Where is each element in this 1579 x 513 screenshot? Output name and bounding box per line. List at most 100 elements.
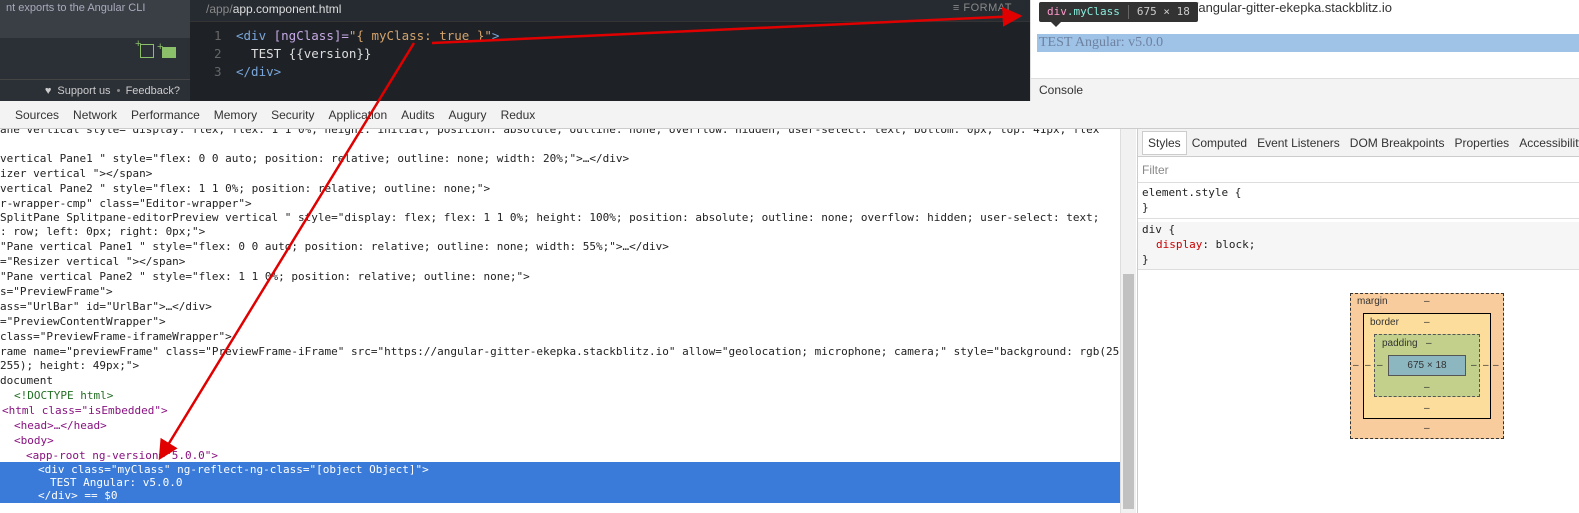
code-line-1: 1 <div [ngClass]="{ myClass: true }">	[214, 27, 499, 45]
tab-security[interactable]: Security	[264, 108, 321, 122]
dom-node-row[interactable]: <app-root ng-version="5.0.0">	[26, 448, 218, 463]
dom-node-row[interactable]: 255); height: 49px;">	[0, 358, 139, 373]
tab-audits[interactable]: Audits	[394, 108, 441, 122]
preview-url[interactable]: s://angular-gitter-ekepka.stackblitz.io	[1181, 0, 1392, 15]
dom-node-row[interactable]: class="PreviewFrame-iframeWrapper">	[0, 329, 232, 344]
dom-node-row[interactable]: izer vertical "></span>	[0, 166, 152, 181]
dom-node-row[interactable]: r-wrapper-cmp" class="Editor-wrapper">	[0, 196, 252, 211]
code-token-tag: <div	[236, 28, 267, 43]
elements-scrollbar[interactable]	[1120, 129, 1136, 513]
margin-right-value[interactable]: –	[1493, 360, 1499, 371]
tab-properties[interactable]: Properties	[1449, 136, 1514, 150]
dom-node-row[interactable]: ass="UrlBar" id="UrlBar">…</div>	[0, 299, 212, 314]
dom-node-row[interactable]: "Pane vertical Pane2 " style="flex: 1 1 …	[0, 269, 530, 284]
dom-node-row[interactable]: : row; left: 0px; right: 0px;">	[0, 224, 205, 239]
tab-styles[interactable]: Styles	[1142, 130, 1187, 155]
project-sidebar: nt exports to the Angular CLI ♥ Support …	[0, 0, 190, 101]
border-top-value[interactable]: –	[1424, 317, 1430, 328]
dom-node-row[interactable]: vertical Pane1 " style="flex: 0 0 auto; …	[0, 151, 629, 166]
code-token-close: >	[491, 28, 500, 43]
box-model-content[interactable]: 675 × 18	[1388, 355, 1466, 376]
dom-node-row[interactable]: rame name="previewFrame" class="PreviewF…	[0, 344, 1120, 359]
elements-tree: ane vertical style= display: flex; flex:…	[0, 129, 1120, 513]
dom-node-row-selected[interactable]: </div> == $0	[0, 488, 1120, 503]
code-lines[interactable]: 1 <div [ngClass]="{ myClass: true }"> 2 T…	[214, 27, 499, 81]
styles-subtabs: Styles Computed Event Listeners DOM Brea…	[1138, 129, 1579, 157]
dom-node-row[interactable]: <html class="isEmbedded">	[2, 403, 168, 418]
format-button[interactable]: FORMAT	[953, 2, 1012, 14]
dom-node-row[interactable]: <body>	[14, 433, 54, 448]
padding-right-value[interactable]: –	[1471, 360, 1477, 371]
tab-accessibility[interactable]: Accessibility	[1514, 136, 1579, 150]
dom-node-row[interactable]: "Pane vertical Pane1 " style="flex: 0 0 …	[0, 239, 669, 254]
margin-bottom-value[interactable]: –	[1424, 423, 1430, 434]
dom-node-row[interactable]: vertical Pane2 " style="flex: 1 1 0%; po…	[0, 181, 490, 196]
code-token-tag: </div>	[236, 64, 282, 79]
sidebar-actions	[135, 38, 176, 58]
separator-dot	[116, 89, 120, 92]
margin-left-value[interactable]: –	[1353, 360, 1359, 371]
tab-network[interactable]: Network	[66, 108, 124, 122]
dom-node-row[interactable]: s="PreviewFrame">	[0, 284, 113, 299]
tab-application[interactable]: Application	[321, 108, 394, 122]
file-path: /app/app.component.html	[206, 2, 341, 16]
tab-computed[interactable]: Computed	[1187, 136, 1252, 150]
border-left-value[interactable]: –	[1365, 360, 1371, 371]
dom-node-row[interactable]: SplitPane Splitpane-editorPreview vertic…	[0, 210, 1099, 225]
tab-redux[interactable]: Redux	[494, 108, 543, 122]
sidebar-footer: ♥ Support us Feedback?	[0, 79, 190, 101]
preview-pane: s://angular-gitter-ekepka.stackblitz.io …	[1030, 0, 1579, 101]
tab-performance[interactable]: Performance	[124, 108, 207, 122]
inspect-tooltip: div.myClass 675 × 18	[1039, 2, 1198, 27]
tooltip-size: 675 × 18	[1127, 5, 1190, 19]
highlighted-element[interactable]: TEST Angular: v5.0.0	[1037, 34, 1579, 52]
code-editor: /app/app.component.html FORMAT 1 <div [ng…	[190, 0, 1030, 101]
new-file-icon[interactable]	[135, 38, 154, 58]
border-right-value[interactable]: –	[1483, 360, 1489, 371]
div-style-rule[interactable]: div { display: block; }	[1138, 222, 1579, 270]
new-folder-icon[interactable]	[157, 41, 176, 58]
code-token-attr: [ngClass]=	[266, 28, 349, 43]
tab-augury[interactable]: Augury	[442, 108, 494, 122]
scrollbar-thumb[interactable]	[1123, 274, 1134, 509]
dom-node-row[interactable]: ="PreviewContentWrapper">	[0, 314, 166, 329]
border-bottom-value[interactable]: –	[1424, 403, 1430, 414]
css-property: display	[1156, 238, 1203, 251]
feedback-link[interactable]: Feedback?	[126, 85, 180, 97]
padding-label: padding	[1382, 338, 1418, 349]
rule-selector: div {	[1142, 223, 1176, 236]
editor-tabbar: /app/app.component.html FORMAT	[190, 0, 1030, 22]
console-tab[interactable]: Console	[1031, 78, 1579, 101]
support-link[interactable]: Support us	[57, 85, 110, 97]
padding-bottom-value[interactable]: –	[1424, 382, 1430, 393]
devtools-tabbar: Sources Network Performance Memory Secur…	[0, 101, 1579, 129]
tooltip-class: .myClass	[1066, 5, 1120, 18]
padding-top-value[interactable]: –	[1426, 338, 1432, 349]
border-label: border	[1370, 317, 1399, 328]
styles-filter-input[interactable]: Filter	[1138, 157, 1579, 183]
tab-memory[interactable]: Memory	[207, 108, 264, 122]
margin-top-value[interactable]: –	[1424, 296, 1430, 307]
padding-left-value[interactable]: –	[1377, 360, 1383, 371]
rule-declaration: display: block;	[1156, 238, 1256, 251]
line-number: 1	[214, 28, 222, 43]
dom-node-row[interactable]: <head>…</head>	[14, 418, 107, 433]
tab-event-listeners[interactable]: Event Listeners	[1252, 136, 1345, 150]
dom-node-row[interactable]: ="Resizer vertical "></span>	[0, 254, 185, 269]
code-token-text: TEST {{version}}	[236, 46, 372, 61]
dom-node-row[interactable]: document	[0, 373, 53, 388]
box-model-diagram: margin – – – – border – – – – padding – …	[1350, 293, 1504, 439]
sidebar-text: nt exports to the Angular CLI	[0, 0, 190, 38]
heart-icon: ♥	[44, 84, 52, 97]
code-line-2: 2 TEST {{version}}	[214, 45, 499, 63]
element-style-rule[interactable]: element.style { }	[1138, 185, 1579, 219]
tab-sources[interactable]: Sources	[8, 108, 66, 122]
tooltip-tag: div	[1047, 5, 1067, 18]
tab-dom-breakpoints[interactable]: DOM Breakpoints	[1345, 136, 1450, 150]
line-number: 2	[214, 46, 222, 61]
styles-pane: Styles Computed Event Listeners DOM Brea…	[1137, 129, 1579, 513]
file-name: app.component.html	[232, 2, 342, 16]
dom-node-row[interactable]: <!DOCTYPE html>	[14, 388, 113, 403]
file-path-prefix: /app/	[206, 2, 233, 16]
dom-node-row[interactable]: ane vertical style= display: flex; flex:…	[0, 129, 1099, 137]
